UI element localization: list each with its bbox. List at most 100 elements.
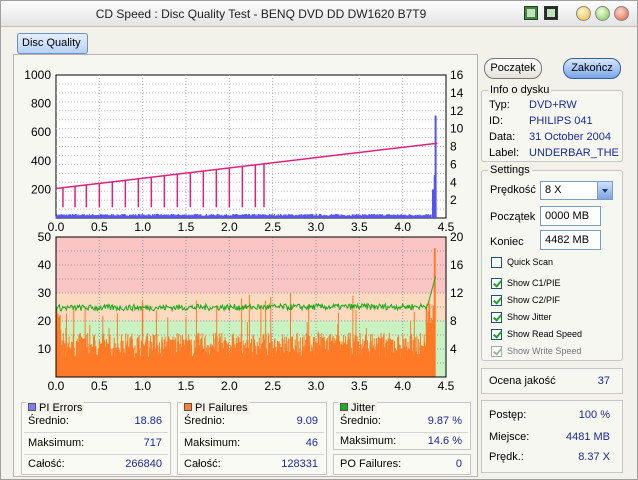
y-left-tick-label: 800 <box>31 97 51 111</box>
po-failures-stats: PO Failures: 0 <box>333 454 471 475</box>
x-tick-label: 0.0 <box>48 379 65 393</box>
show-c2-pif-label: Show C2/PIF <box>507 295 561 305</box>
window-title: CD Speed : Disc Quality Test - BENQ DVD … <box>95 7 427 21</box>
y-left-tick-label: 20 <box>38 314 52 328</box>
y-right-tick-label: 6 <box>450 157 457 171</box>
y-left-tick-label: 30 <box>38 286 52 300</box>
settings-group: Settings Prędkość 8 X Początek 0000 MB K… <box>481 164 623 361</box>
quality-score-box: Ocena jakość 37 <box>481 368 623 394</box>
pi-errors-bars <box>55 213 432 218</box>
y-left-tick-label: 600 <box>31 125 51 139</box>
show-c2-pif-checkbox[interactable] <box>491 295 502 306</box>
stat-row: Średnio: 9.09 <box>184 415 318 427</box>
progress-row: Postęp: 100 % <box>489 409 610 421</box>
x-tick-label: 3.0 <box>308 220 325 234</box>
progress-box: Postęp: 100 % Miejsce: 4481 MB Prędk.: 8.37… <box>481 400 623 473</box>
stat-row: Całość: 128331 <box>184 458 318 470</box>
x-tick-label: 3.5 <box>351 379 368 393</box>
settings-title: Settings <box>488 164 532 176</box>
x-tick-label: 1.5 <box>178 220 195 234</box>
disc-info-title: Info o dysku <box>488 84 552 96</box>
disc-info-row: ID: PHILIPS 041 <box>489 115 593 127</box>
x-tick-label: 2.0 <box>221 379 238 393</box>
y-right-tick-label: 14 <box>450 86 464 100</box>
y-right-tick-label: 4 <box>450 175 457 189</box>
y-right-tick-label: 4 <box>450 342 457 356</box>
stat-row: Średnio: 18.86 <box>28 415 162 427</box>
end-label: Koniec <box>490 236 524 248</box>
y-right-tick-label: 8 <box>450 140 457 154</box>
x-tick-label: 2.0 <box>221 220 238 234</box>
show-write-speed-label: Show Write Speed <box>507 346 582 356</box>
pi-errors-stats: PI Errors Średnio: 18.86 Maksimum: 717 Cał… <box>21 402 171 475</box>
x-tick-label: 4.5 <box>438 379 455 393</box>
y-right-tick-label: 2 <box>450 193 457 207</box>
y-right-tick-label: 12 <box>450 104 464 118</box>
start-button[interactable]: Początek <box>484 58 542 79</box>
pi-failures-stats: PI Failures Średnio: 9.09 Maksimum: 46 Cał… <box>177 402 327 475</box>
tab-disc-quality[interactable]: Disc Quality <box>17 33 88 54</box>
quick-scan-checkbox[interactable] <box>491 257 502 268</box>
stat-row: Maksimum: 14.6 % <box>340 435 462 447</box>
show-read-speed-label: Show Read Speed <box>507 329 583 339</box>
app-window: CD Speed : Disc Quality Test - BENQ DVD … <box>0 0 638 480</box>
y-left-tick-label: 200 <box>31 182 51 196</box>
pi-errors-chart: 0.0 0.5 1.0 1.5 2.0 2.5 3.0 3.5 4.0 4.52004006008… <box>24 68 463 234</box>
x-tick-label: 4.0 <box>394 220 411 234</box>
minimize-button[interactable] <box>576 6 591 21</box>
show-c1-pie-label: Show C1/PIE <box>507 278 561 288</box>
screenshot-icon[interactable] <box>524 6 538 20</box>
start-label: Początek <box>490 211 536 223</box>
show-c1-pie-checkbox[interactable] <box>491 278 502 289</box>
x-tick-label: 3.5 <box>351 220 368 234</box>
chevron-down-icon[interactable] <box>597 182 612 199</box>
quality-score-label: Ocena jakość <box>489 375 556 387</box>
x-tick-label: 0.5 <box>91 379 108 393</box>
disc-info-row: Typ: DVD+RW <box>489 99 577 111</box>
stat-row: Maksimum: 717 <box>28 437 162 449</box>
stat-row: Maksimum: 46 <box>184 437 318 449</box>
end-field[interactable]: 4482 MB <box>540 230 601 250</box>
x-tick-label: 2.5 <box>264 379 281 393</box>
disc-info-group: Info o dysku Typ: DVD+RW ID: PHILIPS 041 D… <box>481 84 623 162</box>
save-icon[interactable] <box>544 6 558 20</box>
disc-quality-panel: 0.0 0.5 1.0 1.5 2.0 2.5 3.0 3.5 4.0 4.5 200 400 600 8… <box>13 54 478 477</box>
disc-info-row: Label: UNDERBAR_THE <box>489 147 619 159</box>
speed-select[interactable]: 8 X <box>540 181 613 200</box>
y-right-tick-label: 8 <box>450 314 457 328</box>
pi-failures-title: PI Failures <box>195 402 248 414</box>
stat-row: Całość: 266840 <box>28 458 162 470</box>
x-tick-label: 1.5 <box>178 379 195 393</box>
jitter-title: Jitter <box>351 402 375 414</box>
pi-errors-title: PI Errors <box>39 402 83 414</box>
start-field[interactable]: 0000 MB <box>540 206 601 226</box>
stop-button[interactable]: Zakończ <box>563 58 621 79</box>
quick-scan-label: Quick Scan <box>507 257 554 267</box>
quality-charts: 0.0 0.5 1.0 1.5 2.0 2.5 3.0 3.5 4.0 4.5 200 400 600 8… <box>24 68 464 393</box>
show-read-speed-checkbox[interactable] <box>491 329 502 340</box>
x-tick-label: 0.5 <box>91 220 108 234</box>
x-tick-label: 2.5 <box>264 220 281 234</box>
quality-score-value: 37 <box>597 375 610 387</box>
close-button[interactable] <box>614 6 629 21</box>
disc-info-row: Data: 31 October 2004 <box>489 131 611 143</box>
y-left-tick-label: 1000 <box>24 68 51 82</box>
x-tick-label: 1.0 <box>134 379 151 393</box>
show-jitter-checkbox[interactable] <box>491 312 502 323</box>
jitter-stats: Jitter Średnio: 9.87 % Maksimum: 14.6 % <box>333 402 471 450</box>
y-right-tick-label: 12 <box>450 286 464 300</box>
speed-label: Prędkość <box>490 184 536 196</box>
pi-errors-swatch-icon <box>28 403 36 411</box>
y-left-tick-label: 40 <box>38 258 52 272</box>
stat-row: Średnio: 9.87 % <box>340 415 462 427</box>
pi-failures-chart: 0.0 0.5 1.0 1.5 2.0 2.5 3.0 3.5 4.0 4.5 10 20 30 40 50… <box>38 230 464 393</box>
speed-row: Prędk.: 8.37 X <box>489 451 610 463</box>
maximize-button[interactable] <box>595 6 610 21</box>
title-bar: CD Speed : Disc Quality Test - BENQ DVD … <box>1 1 637 27</box>
location-row: Miejsce: 4481 MB <box>489 431 610 443</box>
stat-row: PO Failures: 0 <box>340 458 462 470</box>
y-right-tick-label: 16 <box>450 258 464 272</box>
y-right-tick-label: 10 <box>450 122 464 136</box>
show-write-speed-checkbox <box>491 346 502 357</box>
y-right-tick-label: 20 <box>450 230 464 244</box>
